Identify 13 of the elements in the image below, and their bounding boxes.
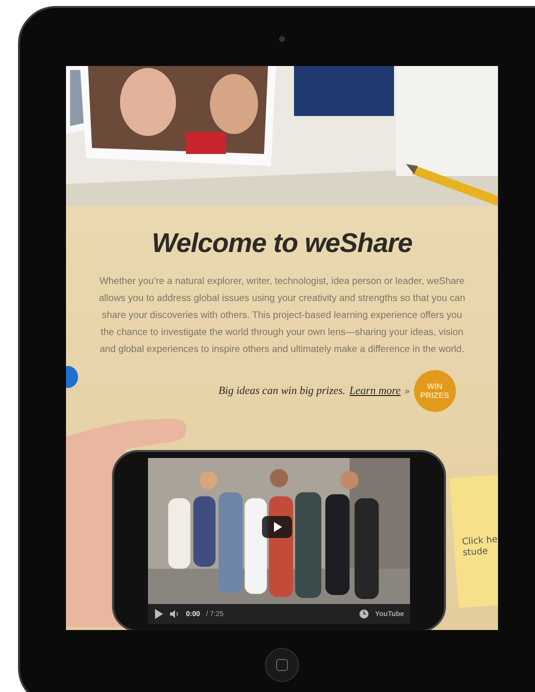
note-text: Click he — [462, 535, 498, 548]
play-overlay-button[interactable] — [262, 516, 292, 538]
note-text: stude — [462, 546, 488, 560]
home-button[interactable] — [265, 648, 299, 682]
tagline: Big ideas can win big prizes. — [218, 385, 346, 397]
clock-icon[interactable] — [359, 609, 370, 619]
volume-icon[interactable] — [170, 609, 180, 619]
intro-paragraph: Whether you’re a natural explorer, writer, technologist, idea person or leader, weShare allows you to address global issues using your creativity and strengths so that you can share your discoveries with others. This project-based learning experience offers you the chance to investigate the world through your own lens—sharing your ideas, vision and global experiences to inspire others and ultimately make a difference in the world. — [98, 275, 466, 357]
learn-more-link[interactable]: Learn more — [349, 385, 401, 397]
page-heading: Welcome to weShare — [152, 228, 412, 259]
link-arrow: » — [404, 386, 410, 396]
play-icon[interactable] — [154, 609, 164, 619]
camera-icon — [279, 36, 285, 42]
